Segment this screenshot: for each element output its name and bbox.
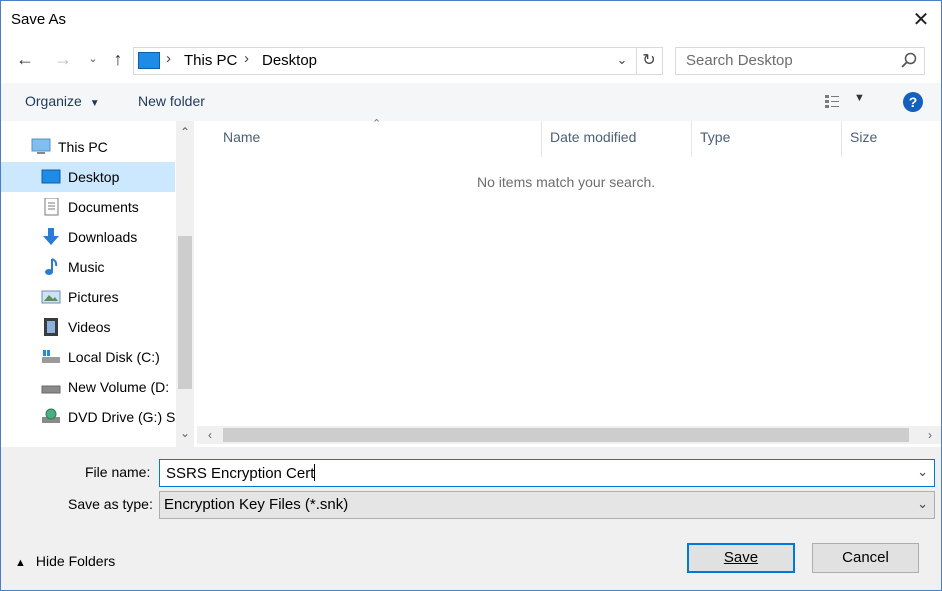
tree-item-label: New Volume (D: [68, 379, 170, 395]
save-as-type-dropdown-chevron-icon[interactable]: ⌄ [917, 496, 928, 512]
tree-item-documents[interactable]: Documents [1, 192, 175, 222]
breadcrumb-separator-icon[interactable]: › [244, 50, 249, 67]
search-input[interactable]: Search Desktop [686, 52, 793, 69]
window-title: Save As [11, 11, 67, 28]
save-options-panel: File name: SSRS Encryption Cert ⌄ Save a… [1, 447, 941, 590]
view-options-dropdown-icon[interactable]: ▼ [854, 92, 865, 104]
tree-item-music[interactable]: Music [1, 252, 175, 282]
save-button[interactable]: Save [687, 543, 795, 573]
file-name-label: File name: [85, 464, 151, 480]
search-icon[interactable] [900, 51, 918, 69]
breadcrumb-desktop[interactable]: Desktop [262, 52, 317, 69]
column-header-type[interactable]: Type [700, 129, 730, 145]
tree-item-label: Music [68, 259, 105, 275]
sort-ascending-icon: ⌃ [372, 118, 382, 130]
chevron-up-icon: ▲ [15, 557, 26, 569]
close-icon[interactable]: ✕ [901, 5, 941, 35]
navigation-bar: ← → ⌄ ↑ › This PC › Desktop ⌄ ↻ Search D… [1, 37, 941, 83]
scroll-down-icon[interactable]: ⌄ [176, 424, 194, 442]
file-list-pane: ⌃ Name Date modified Type Size No items … [197, 118, 941, 427]
title-bar: Save As ✕ [1, 1, 941, 37]
column-header-date-modified[interactable]: Date modified [550, 129, 636, 145]
tree-item-label: This PC [58, 139, 108, 155]
tree-item-pictures[interactable]: Pictures [1, 282, 175, 312]
organize-label: Organize [25, 93, 82, 109]
music-icon [45, 258, 58, 275]
column-divider[interactable] [691, 121, 692, 157]
tree-item-label: Documents [68, 199, 139, 215]
breadcrumb-separator-icon[interactable]: › [166, 50, 171, 67]
tree-item-label: Videos [68, 319, 111, 335]
videos-icon [44, 318, 58, 336]
tree-item-videos[interactable]: Videos [1, 312, 175, 342]
tree-item-downloads[interactable]: Downloads [1, 222, 175, 252]
tree-item-label: Downloads [68, 229, 138, 245]
column-header-size[interactable]: Size [850, 129, 877, 145]
file-name-input[interactable]: SSRS Encryption Cert [166, 464, 316, 482]
pictures-icon [41, 290, 61, 304]
organize-button[interactable]: Organize ▼ [25, 93, 100, 109]
file-name-dropdown-chevron-icon[interactable]: ⌄ [917, 464, 928, 480]
computer-icon [31, 138, 51, 154]
tree-item-label: Local Disk (C:) [68, 349, 160, 365]
file-name-field[interactable]: SSRS Encryption Cert ⌄ [159, 459, 935, 487]
navigation-pane: This PC Desktop Documents Downloads Musi… [1, 121, 194, 447]
scroll-up-icon[interactable]: ⌃ [176, 123, 194, 141]
save-button-label: Save [723, 549, 759, 566]
tree-item-new-volume[interactable]: New Volume (D: [1, 372, 175, 402]
documents-icon [44, 198, 59, 216]
back-arrow-icon[interactable]: ← [13, 47, 37, 71]
file-list-horizontal-scrollbar[interactable]: ‹ › [197, 426, 941, 444]
save-as-type-select[interactable]: Encryption Key Files (*.snk) ⌄ [159, 491, 935, 519]
refresh-icon[interactable]: ↻ [636, 48, 661, 74]
scroll-right-icon[interactable]: › [921, 426, 939, 444]
file-name-value: SSRS Encryption Cert [166, 465, 315, 482]
address-dropdown-chevron-icon[interactable]: ⌄ [612, 50, 632, 70]
address-bar[interactable]: › This PC › Desktop ⌄ ↻ [133, 47, 663, 75]
hide-folders-label: Hide Folders [35, 553, 116, 569]
column-divider[interactable] [541, 121, 542, 157]
desktop-icon [41, 169, 61, 184]
save-as-dialog: Save As ✕ ← → ⌄ ↑ › This PC › Desktop ⌄ … [0, 0, 942, 591]
scrollbar-thumb[interactable] [178, 236, 192, 389]
save-as-type-label: Save as type: [68, 496, 153, 512]
tree-item-this-pc[interactable]: This PC [1, 132, 175, 162]
local-disk-icon [42, 350, 60, 363]
drive-icon [41, 385, 61, 394]
downloads-icon [43, 228, 59, 245]
column-header-name[interactable]: Name [223, 129, 260, 145]
tree-item-label: Pictures [68, 289, 119, 305]
command-bar: Organize ▼ New folder ▼ ? [1, 83, 941, 121]
search-box[interactable]: Search Desktop [675, 47, 925, 75]
navigation-vertical-scrollbar[interactable]: ⌃ ⌄ [176, 121, 194, 447]
cancel-button-label: Cancel [842, 549, 889, 566]
tree-item-local-disk[interactable]: Local Disk (C:) [1, 342, 175, 372]
scroll-left-icon[interactable]: ‹ [201, 426, 219, 444]
scrollbar-thumb[interactable] [223, 428, 909, 442]
tree-item-partial[interactable] [1, 432, 175, 447]
new-folder-button[interactable]: New folder [138, 93, 205, 109]
save-as-type-value: Encryption Key Files (*.snk) [164, 496, 349, 513]
column-divider[interactable] [841, 121, 842, 157]
text-caret [314, 464, 316, 481]
forward-arrow-icon[interactable]: → [51, 47, 75, 71]
change-view-icon[interactable] [825, 95, 847, 109]
tree-item-dvd-drive[interactable]: DVD Drive (G:) SS [1, 402, 185, 432]
breadcrumb-this-pc[interactable]: This PC [184, 52, 237, 69]
help-icon[interactable]: ? [903, 92, 923, 112]
desktop-location-icon [138, 52, 160, 69]
tree-item-label: Desktop [68, 169, 120, 185]
up-arrow-icon[interactable]: ↑ [106, 47, 130, 71]
dvd-drive-icon [42, 408, 60, 423]
organize-dropdown-icon: ▼ [89, 98, 100, 109]
tree-item-desktop[interactable]: Desktop [1, 162, 175, 192]
cancel-button[interactable]: Cancel [812, 543, 919, 573]
hide-folders-button[interactable]: ▲ Hide Folders [15, 553, 115, 569]
tree-item-label: DVD Drive (G:) SS [68, 409, 185, 425]
recent-locations-chevron-icon[interactable]: ⌄ [81, 47, 105, 71]
empty-folder-message: No items match your search. [477, 174, 656, 190]
